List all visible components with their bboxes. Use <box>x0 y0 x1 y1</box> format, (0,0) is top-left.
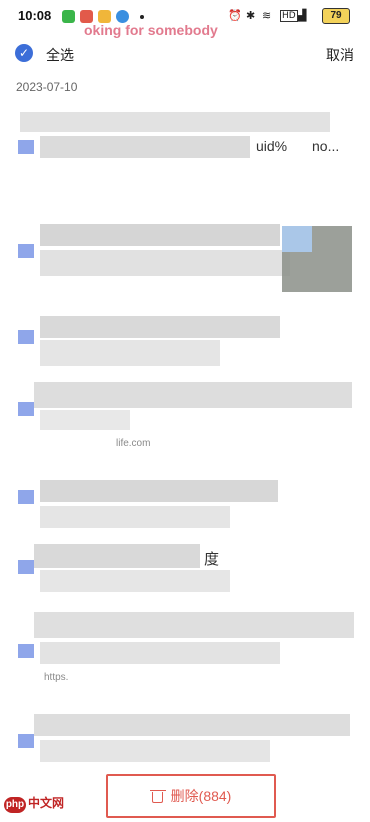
blurred-content <box>40 250 290 276</box>
blurred-content <box>40 136 250 158</box>
trash-icon <box>149 789 166 804</box>
hd-icon: HD <box>280 10 298 22</box>
blurred-content <box>40 570 230 592</box>
watermark: php 中文网 <box>4 794 64 813</box>
mute-icon: ✱ <box>246 9 256 22</box>
overlay-text: oking for somebody <box>84 22 218 38</box>
blurred-thumbnail <box>18 330 34 344</box>
blurred-thumbnail <box>18 402 34 416</box>
blurred-content <box>40 506 230 528</box>
watermark-badge: php <box>4 797 26 813</box>
list-item[interactable] <box>0 312 370 372</box>
more-notifications-icon <box>140 15 144 19</box>
blurred-thumbnail <box>18 490 34 504</box>
blurred-thumbnail <box>18 734 34 748</box>
list-item[interactable]: uid% no... <box>0 100 370 180</box>
blurred-content <box>34 544 200 568</box>
alarm-icon: ⏰ <box>228 9 242 22</box>
select-all-checkbox[interactable]: ✓ <box>15 44 33 62</box>
blurred-content <box>40 410 130 430</box>
blurred-content <box>40 740 270 762</box>
wechat-icon <box>62 10 75 23</box>
blurred-content <box>40 642 280 664</box>
delete-button[interactable]: 删除(884) <box>106 774 276 818</box>
list-item[interactable]: https. <box>0 608 370 688</box>
item-text: no... <box>312 138 340 154</box>
blurred-content <box>40 224 280 246</box>
list-item[interactable]: 度 <box>0 540 370 600</box>
wifi-icon: ≋ <box>262 9 272 22</box>
item-text: uid% <box>256 138 288 154</box>
blurred-content <box>40 316 280 338</box>
item-text: 度 <box>204 551 220 568</box>
list-item[interactable] <box>0 474 370 534</box>
date-header: 2023-07-10 <box>16 80 78 94</box>
select-all-label[interactable]: 全选 <box>46 45 74 65</box>
list-item[interactable]: life.com <box>0 380 370 450</box>
cancel-button[interactable]: 取消 <box>326 45 354 65</box>
blurred-content <box>40 340 220 366</box>
blurred-content <box>34 714 350 736</box>
item-url: https. <box>44 672 69 683</box>
delete-button-label: 删除(884) <box>170 788 232 804</box>
list-item[interactable] <box>0 712 370 772</box>
item-url: life.com <box>116 438 151 449</box>
blurred-thumbnail <box>18 644 34 658</box>
battery-icon: 79 <box>322 8 350 24</box>
blurred-content <box>40 480 278 502</box>
watermark-text: 中文网 <box>28 796 65 810</box>
blurred-content <box>34 382 352 408</box>
blurred-thumbnail <box>18 244 34 258</box>
signal-icon: ▟ <box>298 9 307 22</box>
thumbnail-sky <box>282 226 312 252</box>
blurred-thumbnail <box>18 140 34 154</box>
status-time: 10:08 <box>18 8 52 23</box>
list-item[interactable] <box>0 218 370 298</box>
blurred-thumbnail <box>18 560 34 574</box>
blurred-content <box>34 612 354 638</box>
blurred-content <box>20 112 330 132</box>
